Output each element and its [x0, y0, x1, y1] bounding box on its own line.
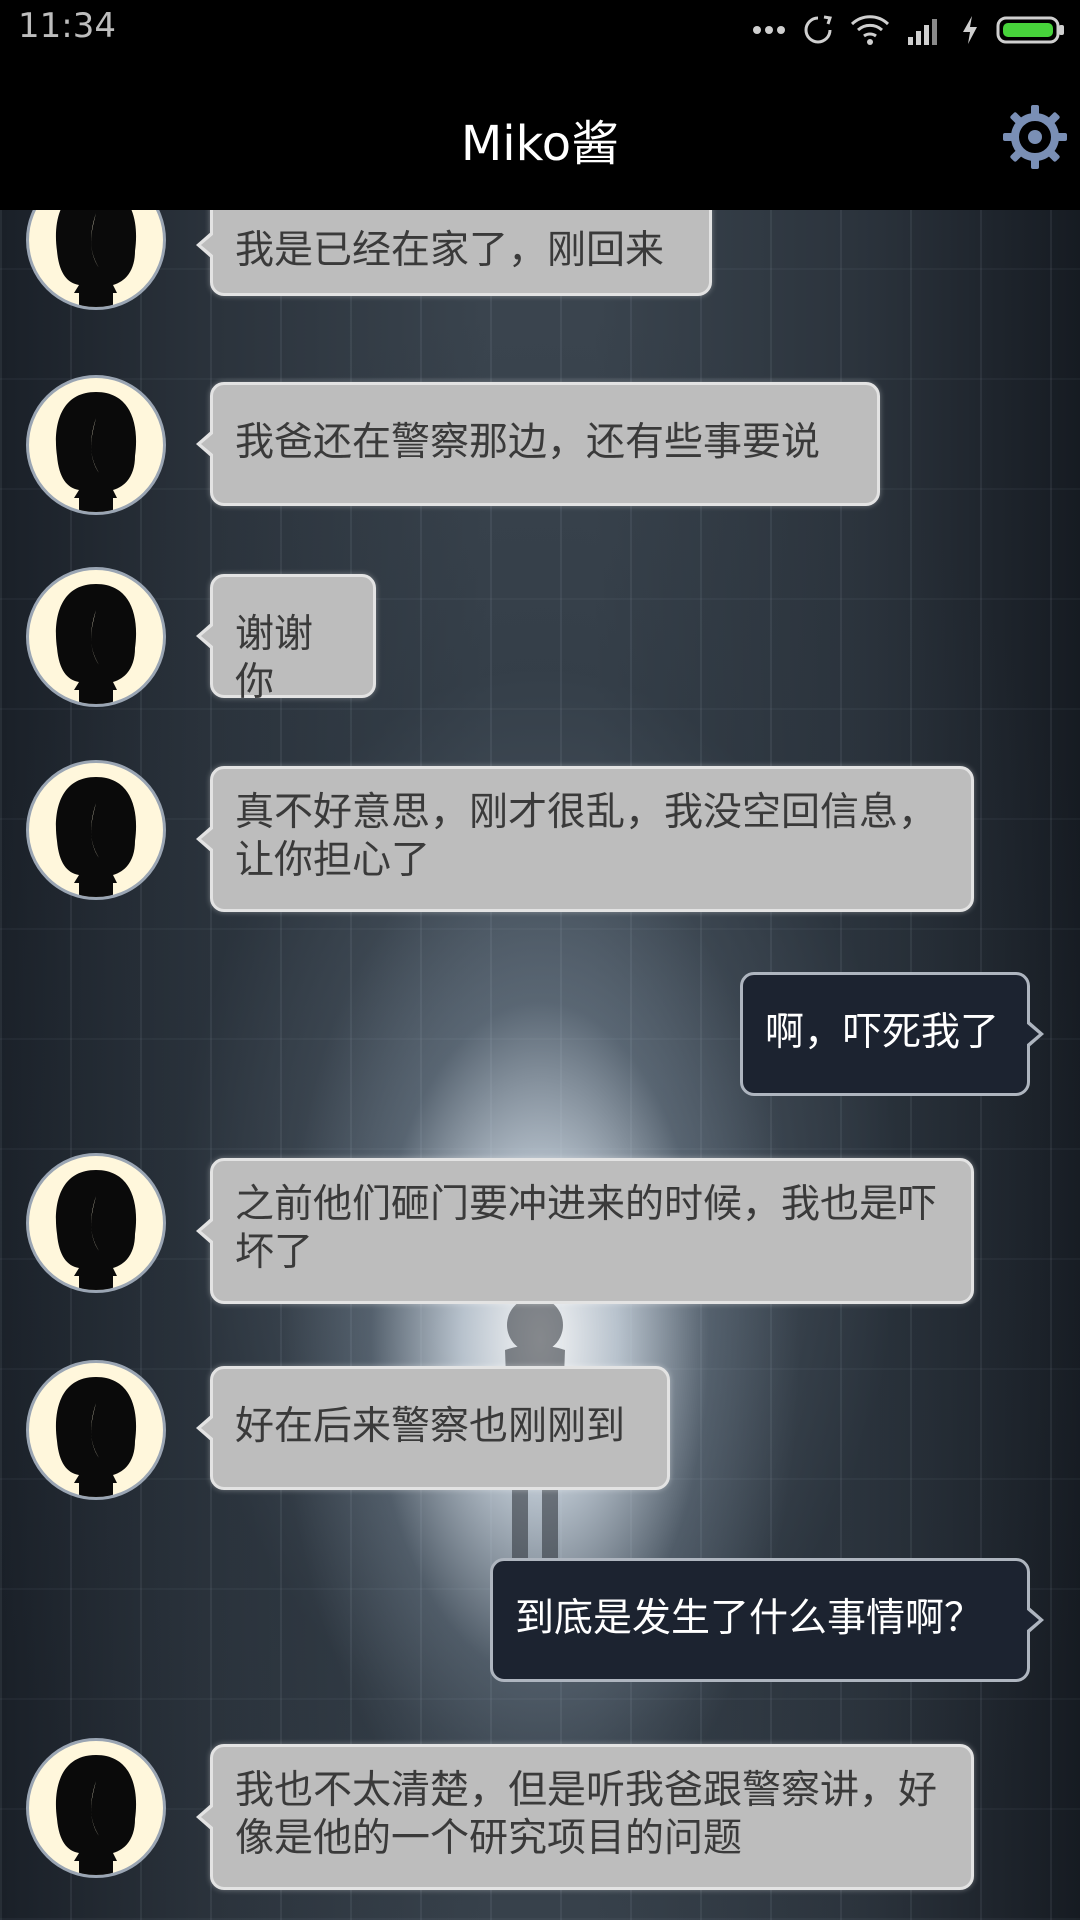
- contact-avatar[interactable]: [26, 567, 166, 707]
- status-icons: [752, 10, 1066, 50]
- chat-area[interactable]: 我是已经在家了，刚回来 我爸还在警察那边，还有些事要说 谢谢你 真不好意思，刚才…: [0, 210, 1080, 1920]
- message-bubble-incoming[interactable]: 谢谢你: [196, 574, 376, 705]
- message-bubble-incoming[interactable]: 我是已经在家了，刚回来: [196, 210, 712, 296]
- message-bubble-incoming[interactable]: 之前他们砸门要冲进来的时候，我也是吓坏了: [196, 1158, 974, 1304]
- contact-avatar[interactable]: [26, 1738, 166, 1878]
- more-dots-icon: [753, 26, 785, 34]
- sync-icon: [804, 15, 832, 44]
- status-time: 11:34: [18, 6, 116, 46]
- message-text: 谢谢你: [235, 612, 314, 705]
- girl-avatar-icon: [55, 777, 137, 897]
- settings-button[interactable]: [1000, 102, 1070, 172]
- app-header: Miko酱: [0, 60, 1080, 210]
- message-text: 好在后来警察也刚刚到: [235, 1404, 626, 1449]
- message-bubble-incoming[interactable]: 真不好意思，刚才很乱，我没空回信息，让你担心了: [196, 766, 974, 912]
- message-text: 到底是发生了什么事情啊？: [515, 1596, 984, 1641]
- girl-avatar-icon: [55, 584, 137, 704]
- message-text: 我爸还在警察那边，还有些事要说: [235, 420, 821, 465]
- contact-avatar[interactable]: [26, 1360, 166, 1500]
- charging-icon: [963, 16, 977, 44]
- message-text: 我是已经在家了，刚回来: [235, 228, 665, 273]
- girl-avatar-icon: [55, 392, 137, 512]
- message-bubble-outgoing[interactable]: 到底是发生了什么事情啊？: [490, 1558, 1044, 1682]
- contact-avatar[interactable]: [26, 1153, 166, 1293]
- message-text: 真不好意思，刚才很乱，我没空回信息，让你担心了: [235, 790, 938, 883]
- contact-avatar[interactable]: [26, 760, 166, 900]
- message-bubble-incoming[interactable]: 我爸还在警察那边，还有些事要说: [196, 382, 880, 506]
- girl-avatar-icon: [55, 1377, 137, 1497]
- gear-icon: [1003, 105, 1067, 169]
- battery-icon: [996, 16, 1064, 44]
- message-bubble-outgoing[interactable]: 啊，吓死我了: [740, 972, 1044, 1096]
- message-text: 我也不太清楚，但是听我爸跟警察讲，好像是他的一个研究项目的问题: [235, 1768, 938, 1861]
- message-text: 之前他们砸门要冲进来的时候，我也是吓坏了: [235, 1182, 938, 1275]
- contact-avatar[interactable]: [26, 375, 166, 515]
- girl-avatar-icon: [55, 1170, 137, 1290]
- status-bar: 11:34: [0, 0, 1080, 60]
- wifi-icon: [850, 15, 890, 45]
- message-text: 啊，吓死我了: [765, 1010, 1000, 1055]
- message-bubble-incoming[interactable]: 好在后来警察也刚刚到: [196, 1366, 670, 1490]
- page-title: Miko酱: [460, 116, 620, 172]
- message-bubble-incoming[interactable]: 我也不太清楚，但是听我爸跟警察讲，好像是他的一个研究项目的问题: [196, 1744, 974, 1890]
- girl-avatar-icon: [55, 1755, 137, 1875]
- signal-icon: [908, 19, 937, 45]
